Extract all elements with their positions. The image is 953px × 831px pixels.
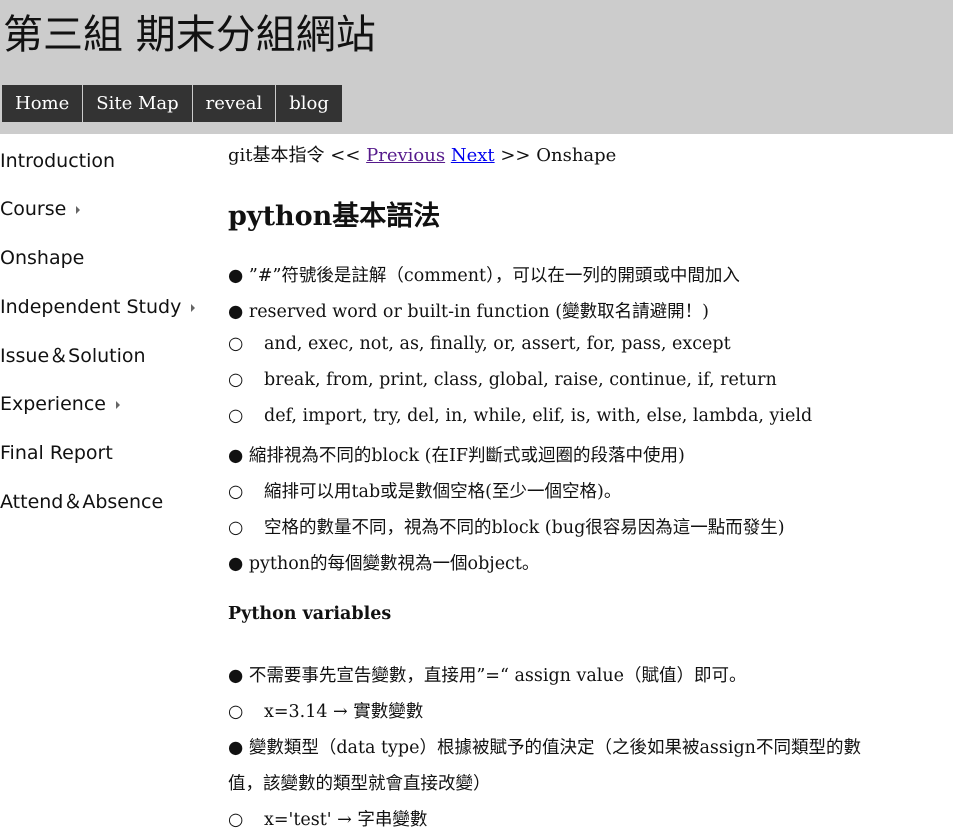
sub-bullet-line: ○ x=3.14 → 實數變數 bbox=[228, 698, 423, 723]
sub-bullet-text: 縮排可以用tab或是數個空格(至少一個空格)。 bbox=[264, 482, 622, 502]
top-nav: Home Site Map reveal blog bbox=[2, 85, 343, 122]
bullet-line-continuation: 值，該變數的類型就會直接改變） bbox=[228, 774, 491, 794]
sidebar-item-label: Issue＆Solution bbox=[0, 345, 146, 367]
circle-bullet-icon: ○ bbox=[228, 518, 244, 538]
sidebar-item-label: Final Report bbox=[0, 442, 113, 464]
sidebar-item-label: Onshape bbox=[0, 247, 85, 269]
next-page-title: Onshape bbox=[536, 145, 617, 166]
sub-bullet-line: ○ def, import, try, del, in, while, elif,… bbox=[228, 406, 812, 426]
circle-bullet-icon: ○ bbox=[228, 406, 244, 426]
site-header: 第三組 期末分組網站 Home Site Map reveal blog bbox=[0, 0, 953, 134]
submenu-caret-icon bbox=[76, 205, 81, 214]
sidebar-item-experience[interactable]: Experience bbox=[0, 392, 120, 416]
sidebar-item-independent-study[interactable]: Independent Study bbox=[0, 295, 196, 319]
page-title: python基本語法 bbox=[228, 201, 441, 232]
sub-bullet-text: x='test' → 字串變數 bbox=[264, 810, 428, 830]
sub-bullet-line: ○ break, from, print, class, global, rais… bbox=[228, 370, 777, 390]
sidebar-item-final-report[interactable]: Final Report bbox=[0, 441, 113, 465]
bullet-line: ● 變數類型（data type）根據被賦予的值決定（之後如果被assign不同… bbox=[228, 738, 861, 758]
nav-tab-home[interactable]: Home bbox=[2, 85, 84, 122]
circle-bullet-icon: ○ bbox=[228, 370, 244, 390]
sub-bullet-text: and, exec, not, as, finally, or, assert,… bbox=[264, 334, 731, 354]
sidebar-item-onshape[interactable]: Onshape bbox=[0, 246, 84, 270]
nav-tab-blog[interactable]: blog bbox=[276, 85, 343, 122]
sidebar-item-label: Course bbox=[0, 198, 67, 220]
sidebar-item-issue-solution[interactable]: Issue＆Solution bbox=[0, 344, 146, 368]
nav-tab-reveal[interactable]: reveal bbox=[192, 85, 277, 122]
sub-bullet-text: 空格的數量不同，視為不同的block (bug很容易因為這一點而發生) bbox=[264, 518, 785, 538]
sidebar-item-label: Attend＆Absence bbox=[0, 491, 164, 513]
prev-page-title: git基本指令 bbox=[228, 145, 325, 166]
previous-link[interactable]: Previous bbox=[366, 145, 445, 166]
site-title: 第三組 期末分組網站 bbox=[3, 12, 376, 58]
sidebar-item-course[interactable]: Course bbox=[0, 197, 81, 221]
sidebar-item-label: Independent Study bbox=[0, 296, 182, 318]
circle-bullet-icon: ○ bbox=[228, 334, 244, 354]
sub-bullet-text: break, from, print, class, global, raise… bbox=[264, 370, 777, 390]
submenu-caret-icon bbox=[115, 400, 120, 409]
sidebar-item-introduction[interactable]: Introduction bbox=[0, 149, 115, 173]
next-link[interactable]: Next bbox=[451, 145, 495, 166]
sub-bullet-line: ○ x='test' → 字串變數 bbox=[228, 806, 427, 831]
section-heading: Python variables bbox=[228, 604, 392, 624]
sidebar-item-label: Experience bbox=[0, 393, 106, 415]
bullet-line: ● ”#”符號後是註解（comment），可以在一列的開頭或中間加入 bbox=[228, 266, 740, 286]
bullet-line: ● reserved word or built-in function (變數… bbox=[228, 302, 709, 322]
sidebar-item-label: Introduction bbox=[0, 150, 116, 172]
sub-bullet-line: ○ and, exec, not, as, finally, or, assert… bbox=[228, 334, 731, 354]
bullet-line: ● python的每個變數視為一個object。 bbox=[228, 554, 540, 574]
submenu-caret-icon bbox=[191, 303, 196, 312]
nav-tab-site-map[interactable]: Site Map bbox=[83, 85, 193, 122]
bullet-line: ● 不需要事先宣告變數，直接用”=“ assign value（賦值）即可。 bbox=[228, 666, 747, 686]
sub-bullet-line: ○ 空格的數量不同，視為不同的block (bug很容易因為這一點而發生) bbox=[228, 514, 785, 539]
sub-bullet-text: def, import, try, del, in, while, elif, … bbox=[264, 406, 813, 426]
sub-bullet-text: x=3.14 → 實數變數 bbox=[264, 702, 424, 722]
circle-bullet-icon: ○ bbox=[228, 810, 244, 830]
sidebar-item-attend-absence[interactable]: Attend＆Absence bbox=[0, 490, 163, 514]
circle-bullet-icon: ○ bbox=[228, 482, 244, 502]
bullet-line: ● 縮排視為不同的block (在IF判斷式或迴圈的段落中使用) bbox=[228, 446, 685, 466]
prev-separator: << bbox=[324, 145, 367, 166]
page-navigation: git基本指令 << Previous Next >> Onshape bbox=[228, 141, 616, 167]
circle-bullet-icon: ○ bbox=[228, 702, 244, 722]
next-separator: >> bbox=[494, 145, 537, 166]
sub-bullet-line: ○ 縮排可以用tab或是數個空格(至少一個空格)。 bbox=[228, 478, 621, 503]
